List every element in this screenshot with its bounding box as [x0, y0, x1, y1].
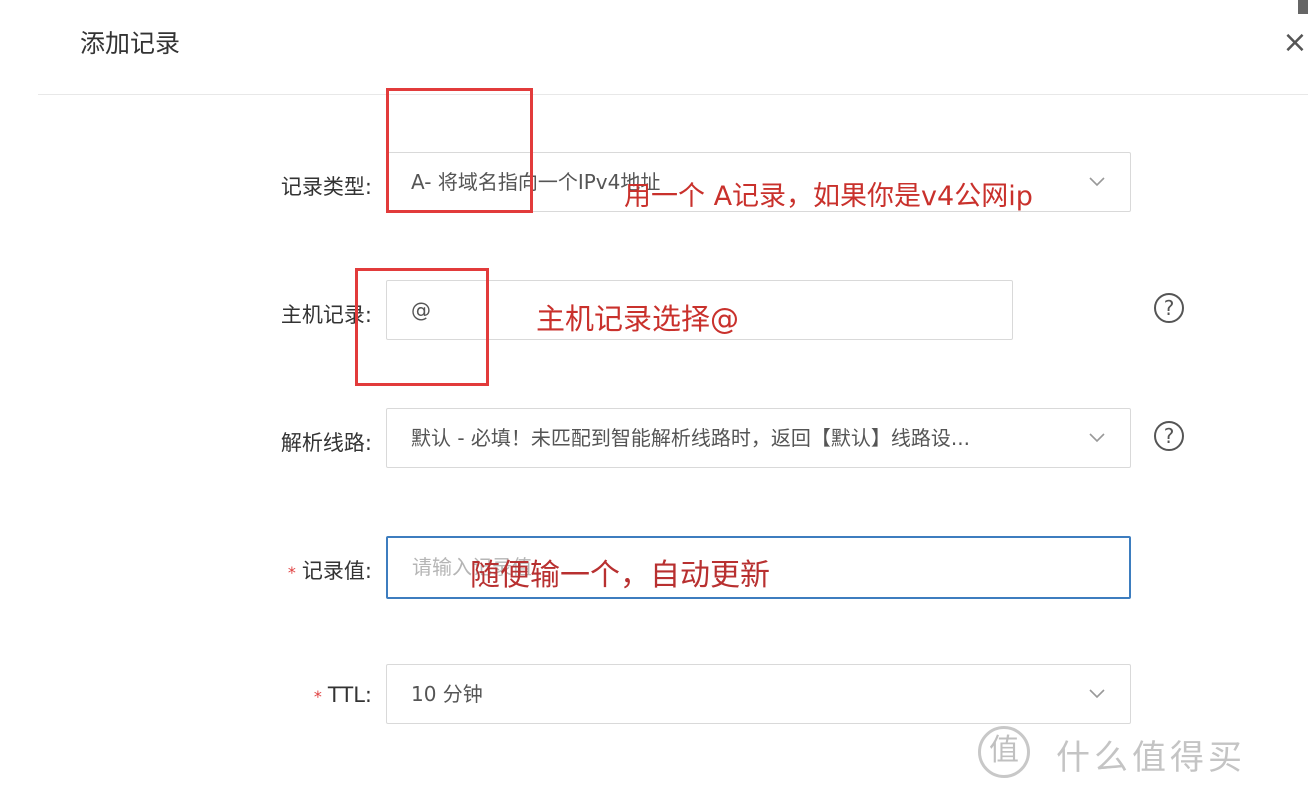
window-corner-mark [1298, 0, 1308, 14]
line-value: 默认 - 必填！未匹配到智能解析线路时，返回【默认】线路设... [411, 426, 971, 450]
chevron-down-icon [1089, 177, 1105, 187]
host-record-label-text: 主机记录 [280, 303, 365, 327]
record-value-colon: : [364, 559, 372, 583]
ttl-select[interactable]: 10 分钟 [386, 664, 1131, 724]
record-type-colon: : [364, 175, 372, 199]
host-record-annotation: 主机记录选择@ [536, 302, 740, 336]
chevron-down-icon [1089, 689, 1105, 699]
help-circle-icon[interactable]: ? [1154, 293, 1184, 323]
dialog-title: 添加记录 [80, 29, 181, 58]
smzdm-logo-icon: 值 [978, 726, 1030, 778]
record-type-label-text: 记录类型 [280, 175, 365, 199]
help-circle-icon[interactable]: ? [1154, 421, 1184, 451]
ttl-label-text: TTL [327, 683, 365, 707]
required-mark: * [287, 562, 296, 582]
watermark-text: 什么值得买 [1056, 738, 1246, 778]
watermark: 值 什么值得买 [974, 722, 1294, 782]
host-record-label: 主机记录: [172, 299, 372, 329]
line-label-text: 解析线路 [280, 431, 365, 455]
close-icon[interactable]: × [1282, 28, 1308, 58]
record-value-label-text: 记录值 [301, 559, 365, 583]
ttl-value: 10 分钟 [411, 682, 483, 706]
required-mark: * [313, 686, 322, 706]
record-type-annotation: 用一个 A记录，如果你是v4公网ip [624, 181, 1033, 212]
host-record-highlight-box [355, 268, 489, 386]
record-type-highlight-box [386, 88, 533, 213]
record-value-annotation: 随便输一个，自动更新 [470, 558, 770, 593]
ttl-colon: : [364, 683, 372, 707]
ttl-label: * TTL: [172, 683, 372, 707]
line-select[interactable]: 默认 - 必填！未匹配到智能解析线路时，返回【默认】线路设... [386, 408, 1131, 468]
line-colon: : [364, 431, 372, 455]
record-type-label: 记录类型: [172, 171, 372, 201]
line-label: 解析线路: [172, 427, 372, 457]
header-divider [38, 94, 1308, 95]
chevron-down-icon [1089, 433, 1105, 443]
record-value-label: * 记录值: [172, 555, 372, 585]
